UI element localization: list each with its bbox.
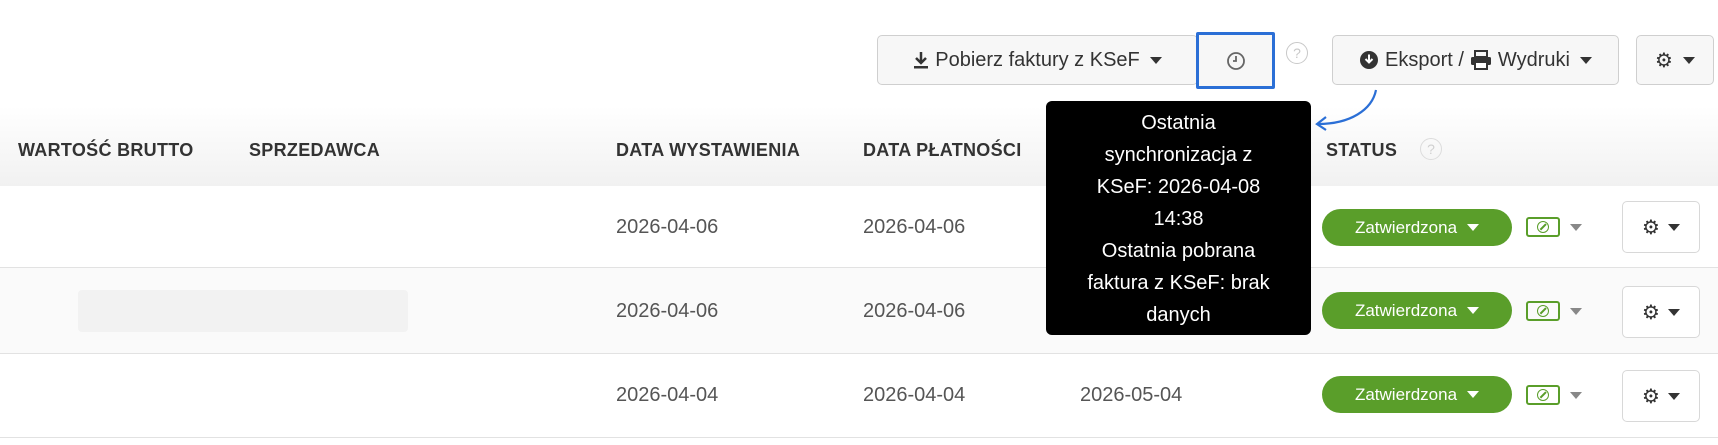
gear-icon: ⚙ (1655, 49, 1673, 72)
clock-icon (1226, 51, 1245, 70)
column-header-status[interactable]: STATUS (1326, 140, 1397, 161)
cell-issue-date: 2026-04-06 (616, 216, 719, 238)
row-settings-button[interactable]: ⚙ (1622, 370, 1700, 422)
download-icon (914, 52, 929, 69)
cell-payment-date: 2026-04-04 (863, 384, 966, 406)
chevron-down-icon (1467, 224, 1480, 231)
status-label: Zatwierdzona (1354, 300, 1458, 320)
annotation-arrow-icon (1315, 89, 1378, 131)
help-icon[interactable]: ? (1420, 138, 1442, 160)
chevron-down-icon (1682, 56, 1695, 64)
tooltip-line: Ostatnia (1141, 112, 1216, 134)
chevron-down-icon (1149, 56, 1162, 64)
table-settings-button[interactable]: ⚙ (1636, 35, 1714, 85)
tooltip-line: KSeF: 2026-04-08 (1096, 176, 1261, 198)
prints-label: Wydruki (1497, 48, 1570, 71)
tooltip-line: synchronizacja z (1104, 144, 1253, 166)
status-label: Zatwierdzona (1354, 217, 1458, 237)
chevron-down-icon (1467, 391, 1480, 398)
status-label: Zatwierdzona (1354, 384, 1458, 404)
chevron-down-icon[interactable] (1570, 392, 1582, 399)
chevron-down-icon (1667, 308, 1680, 316)
printer-icon (1470, 50, 1491, 70)
status-badge[interactable]: Zatwierdzona (1322, 376, 1512, 413)
export-prints-button[interactable]: Eksport / Wydruki (1332, 35, 1619, 85)
column-header-issue-date[interactable]: DATA WYSTAWIENIA (616, 140, 800, 161)
column-header-gross-value[interactable]: WARTOŚĆ BRUTTO (18, 140, 194, 161)
redacted-seller (78, 290, 408, 332)
gear-icon: ⚙ (1642, 216, 1660, 239)
chevron-down-icon (1667, 223, 1680, 231)
chevron-down-icon[interactable] (1570, 224, 1582, 231)
cell-due-date: 2026-05-04 (1080, 384, 1183, 406)
export-label: Eksport / (1385, 48, 1464, 71)
ksef-sync-status-button[interactable] (1196, 32, 1275, 89)
ksef-verified-icon[interactable] (1526, 217, 1560, 237)
download-ksef-label: Pobierz faktury z KSeF (935, 48, 1140, 71)
cell-payment-date: 2026-04-06 (863, 216, 966, 238)
tooltip-line: danych (1146, 304, 1211, 326)
status-badge[interactable]: Zatwierdzona (1322, 292, 1512, 329)
column-header-seller[interactable]: SPRZEDAWCA (249, 140, 380, 161)
chevron-down-icon[interactable] (1570, 308, 1582, 315)
chevron-down-icon (1579, 56, 1592, 64)
ksef-verified-icon[interactable] (1526, 301, 1560, 321)
tooltip-line: 14:38 (1153, 208, 1204, 230)
ksef-verified-icon[interactable] (1526, 385, 1560, 405)
chevron-down-icon (1467, 307, 1480, 314)
download-ksef-button[interactable]: Pobierz faktury z KSeF (877, 35, 1198, 85)
cell-issue-date: 2026-04-04 (616, 384, 719, 406)
status-badge[interactable]: Zatwierdzona (1322, 209, 1512, 246)
tooltip-line: faktura z KSeF: brak (1087, 272, 1270, 294)
tooltip-line: Ostatnia pobrana (1101, 240, 1256, 262)
ksef-sync-tooltip: Ostatnia synchronizacja z KSeF: 2026-04-… (1046, 101, 1311, 335)
cell-payment-date: 2026-04-06 (863, 300, 966, 322)
gear-icon: ⚙ (1642, 301, 1660, 324)
row-settings-button[interactable]: ⚙ (1622, 286, 1700, 338)
help-icon[interactable]: ? (1286, 42, 1308, 64)
circle-download-icon (1360, 51, 1378, 69)
row-settings-button[interactable]: ⚙ (1622, 201, 1700, 253)
gear-icon: ⚙ (1642, 385, 1660, 408)
column-header-payment-date[interactable]: DATA PŁATNOŚCI (863, 140, 1022, 161)
chevron-down-icon (1667, 392, 1680, 400)
cell-issue-date: 2026-04-06 (616, 300, 719, 322)
